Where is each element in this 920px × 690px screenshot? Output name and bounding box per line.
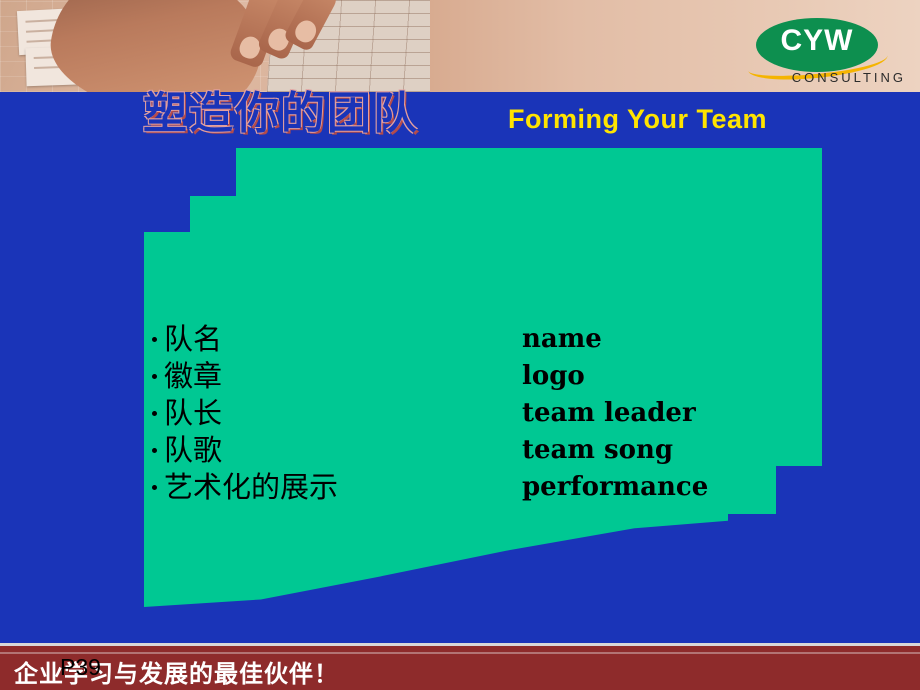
company-logo: CYW CONSULTING xyxy=(720,18,906,85)
bullet-icon xyxy=(152,337,157,342)
list-item: 队歌 team song xyxy=(152,433,722,473)
page-number: P39 xyxy=(60,654,101,680)
list-item-label-en: performance xyxy=(522,472,709,502)
list-item-label-cn: 队名 xyxy=(164,322,223,356)
list-item-label-cn: 队歌 xyxy=(164,433,223,467)
logo-brand-text: CYW xyxy=(780,24,854,57)
photo-hand xyxy=(42,0,342,92)
bullet-icon xyxy=(152,411,157,416)
list-item-label-cn: 徽章 xyxy=(164,359,223,393)
bullet-icon xyxy=(152,448,157,453)
list-item-label-en: name xyxy=(522,324,602,354)
bullet-icon xyxy=(152,374,157,379)
list-item: 队长 team leader xyxy=(152,396,722,436)
list-item-label-en: team song xyxy=(522,435,674,465)
list-item: 徽章 logo xyxy=(152,359,722,399)
bullet-icon xyxy=(152,485,157,490)
list-item-label-en: logo xyxy=(522,361,585,391)
bullet-list: 队名 name 徽章 logo 队长 team leader 队歌 team s… xyxy=(152,322,722,510)
footer-bar: 企业学习与发展的最佳伙伴！ P39 xyxy=(0,643,920,690)
list-item: 艺术化的展示 performance xyxy=(152,470,722,510)
logo-subtitle: CONSULTING xyxy=(791,70,906,85)
list-item-label-en: team leader xyxy=(522,398,696,428)
list-item-label-cn: 艺术化的展示 xyxy=(164,470,339,504)
page-title-english: Forming Your Team xyxy=(508,104,768,134)
page-title-chinese: 塑造你的团队 xyxy=(143,88,419,139)
list-item-label-cn: 队长 xyxy=(164,396,223,430)
slide: CYW CONSULTING 塑造你的团队 Forming Your Team … xyxy=(0,0,920,690)
list-item: 队名 name xyxy=(152,322,722,362)
